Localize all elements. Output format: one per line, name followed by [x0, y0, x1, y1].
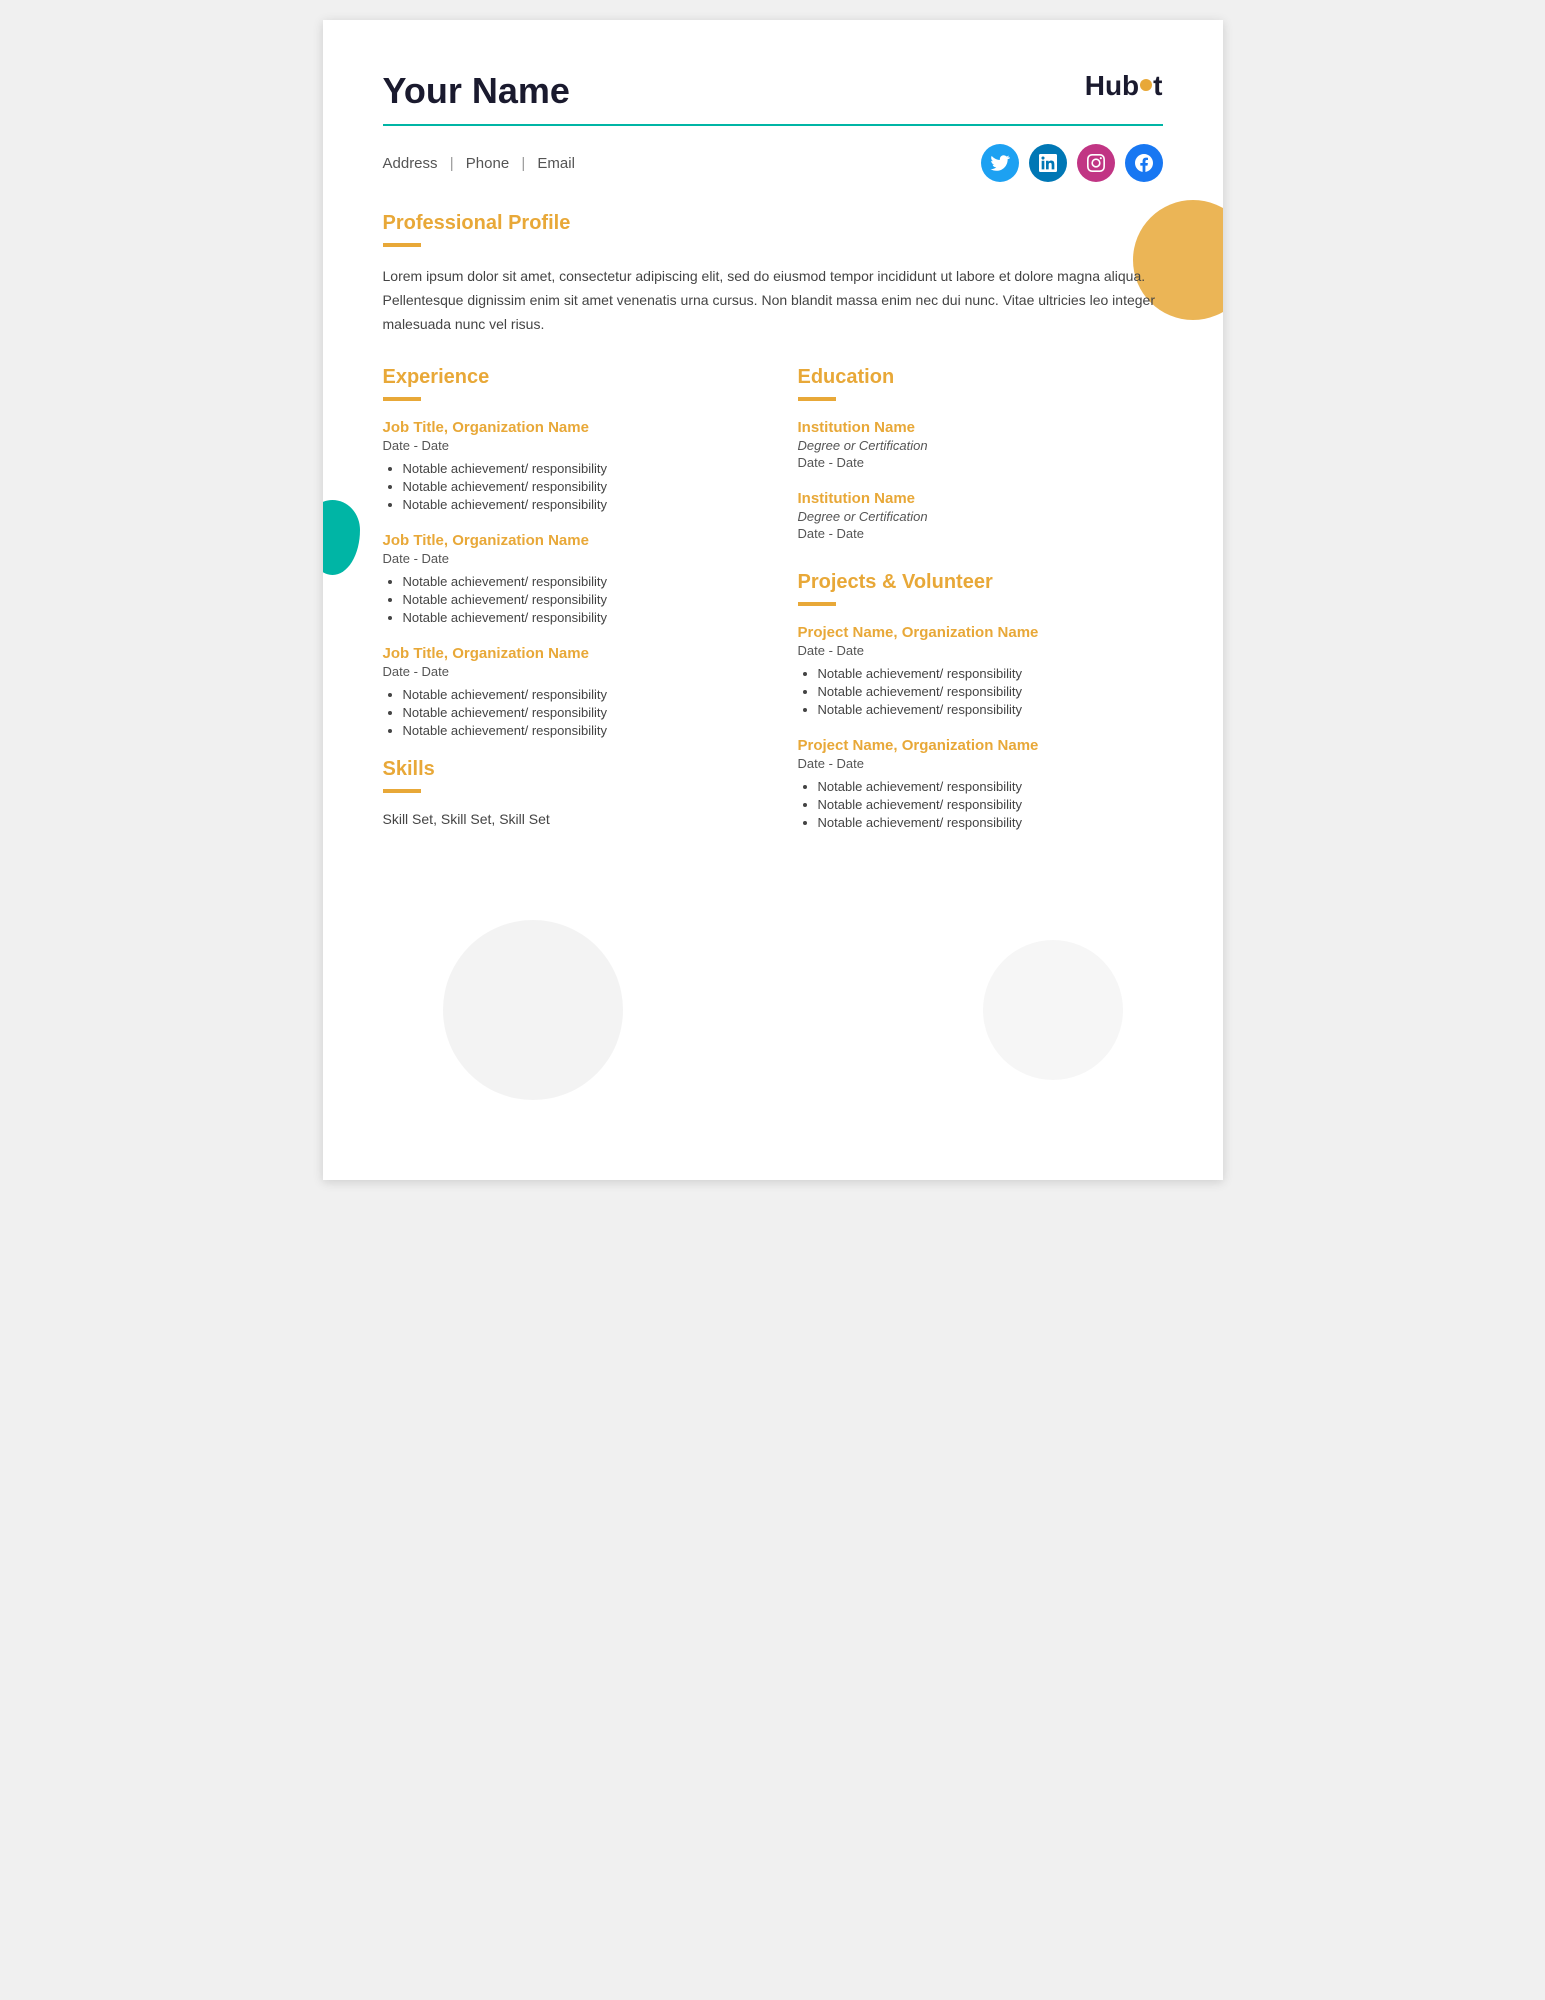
experience-underline [383, 397, 421, 401]
phone-label: Phone [466, 155, 509, 172]
profile-text: Lorem ipsum dolor sit amet, consectetur … [383, 265, 1163, 336]
project-title-2: Project Name, Organization Name [798, 737, 1163, 754]
email-label: Email [537, 155, 575, 172]
edu-degree-2: Degree or Certification [798, 509, 1163, 524]
education-heading: Education [798, 366, 1163, 389]
profile-underline [383, 243, 421, 247]
bullet: Notable achievement/ responsibility [818, 779, 1163, 794]
projects-underline [798, 602, 836, 606]
profile-section: Professional Profile Lorem ipsum dolor s… [383, 212, 1163, 336]
skills-section: Skills Skill Set, Skill Set, Skill Set [383, 758, 748, 827]
edu-date-2: Date - Date [798, 526, 1163, 541]
job-title-1: Job Title, Organization Name [383, 419, 748, 436]
header-divider [383, 124, 1163, 126]
bullet: Notable achievement/ responsibility [818, 797, 1163, 812]
edu-name-1: Institution Name [798, 419, 1163, 436]
projects-heading: Projects & Volunteer [798, 571, 1163, 594]
education-underline [798, 397, 836, 401]
facebook-icon[interactable] [1125, 144, 1163, 182]
right-column: Education Institution Name Degree or Cer… [798, 366, 1163, 850]
skills-text: Skill Set, Skill Set, Skill Set [383, 811, 748, 827]
job-bullets-3: Notable achievement/ responsibility Nota… [383, 687, 748, 738]
bullet: Notable achievement/ responsibility [818, 702, 1163, 717]
contact-info: Address | Phone | Email [383, 155, 575, 172]
bullet: Notable achievement/ responsibility [818, 815, 1163, 830]
profile-heading: Professional Profile [383, 212, 1163, 235]
sep1: | [450, 155, 458, 172]
two-column-layout: Experience Job Title, Organization Name … [383, 366, 1163, 850]
job-item-1: Job Title, Organization Name Date - Date… [383, 419, 748, 512]
job-date-1: Date - Date [383, 438, 748, 453]
job-date-3: Date - Date [383, 664, 748, 679]
edu-date-1: Date - Date [798, 455, 1163, 470]
bullet: Notable achievement/ responsibility [403, 610, 748, 625]
project-date-2: Date - Date [798, 756, 1163, 771]
job-bullets-1: Notable achievement/ responsibility Nota… [383, 461, 748, 512]
job-title-3: Job Title, Organization Name [383, 645, 748, 662]
bullet: Notable achievement/ responsibility [403, 592, 748, 607]
edu-item-2: Institution Name Degree or Certification… [798, 490, 1163, 541]
contact-row: Address | Phone | Email [383, 144, 1163, 182]
edu-item-1: Institution Name Degree or Certification… [798, 419, 1163, 470]
project-item-1: Project Name, Organization Name Date - D… [798, 624, 1163, 717]
linkedin-icon[interactable] [1029, 144, 1067, 182]
edu-degree-1: Degree or Certification [798, 438, 1163, 453]
education-section: Education Institution Name Degree or Cer… [798, 366, 1163, 541]
dot-icon [1140, 79, 1152, 91]
name-heading: Your Name [383, 70, 570, 112]
deco-circle-bottom-right [983, 940, 1123, 1080]
header: Your Name Hubt [383, 70, 1163, 112]
instagram-icon[interactable] [1077, 144, 1115, 182]
bullet: Notable achievement/ responsibility [818, 666, 1163, 681]
bullet: Notable achievement/ responsibility [403, 574, 748, 589]
bullet: Notable achievement/ responsibility [403, 461, 748, 476]
job-title-2: Job Title, Organization Name [383, 532, 748, 549]
job-item-3: Job Title, Organization Name Date - Date… [383, 645, 748, 738]
bullet: Notable achievement/ responsibility [403, 687, 748, 702]
hubspot-logo: Hubt [1085, 70, 1163, 102]
job-bullets-2: Notable achievement/ responsibility Nota… [383, 574, 748, 625]
project-bullets-2: Notable achievement/ responsibility Nota… [798, 779, 1163, 830]
resume-page: Your Name Hubt Address | Phone | Email [323, 20, 1223, 1180]
bullet: Notable achievement/ responsibility [403, 479, 748, 494]
spot-text: t [1153, 70, 1162, 102]
bullet: Notable achievement/ responsibility [403, 705, 748, 720]
left-column: Experience Job Title, Organization Name … [383, 366, 748, 850]
projects-section: Projects & Volunteer Project Name, Organ… [798, 571, 1163, 830]
experience-heading: Experience [383, 366, 748, 389]
twitter-icon[interactable] [981, 144, 1019, 182]
hub-text: Hub [1085, 70, 1139, 102]
job-item-2: Job Title, Organization Name Date - Date… [383, 532, 748, 625]
deco-circle-bottom-left [443, 920, 623, 1100]
edu-name-2: Institution Name [798, 490, 1163, 507]
project-item-2: Project Name, Organization Name Date - D… [798, 737, 1163, 830]
sep2: | [521, 155, 529, 172]
project-date-1: Date - Date [798, 643, 1163, 658]
social-icons-group [981, 144, 1163, 182]
job-date-2: Date - Date [383, 551, 748, 566]
bullet: Notable achievement/ responsibility [403, 497, 748, 512]
skills-underline [383, 789, 421, 793]
deco-blob-teal [323, 500, 360, 575]
project-bullets-1: Notable achievement/ responsibility Nota… [798, 666, 1163, 717]
address-label: Address [383, 155, 438, 172]
skills-heading: Skills [383, 758, 748, 781]
project-title-1: Project Name, Organization Name [798, 624, 1163, 641]
bullet: Notable achievement/ responsibility [818, 684, 1163, 699]
bullet: Notable achievement/ responsibility [403, 723, 748, 738]
